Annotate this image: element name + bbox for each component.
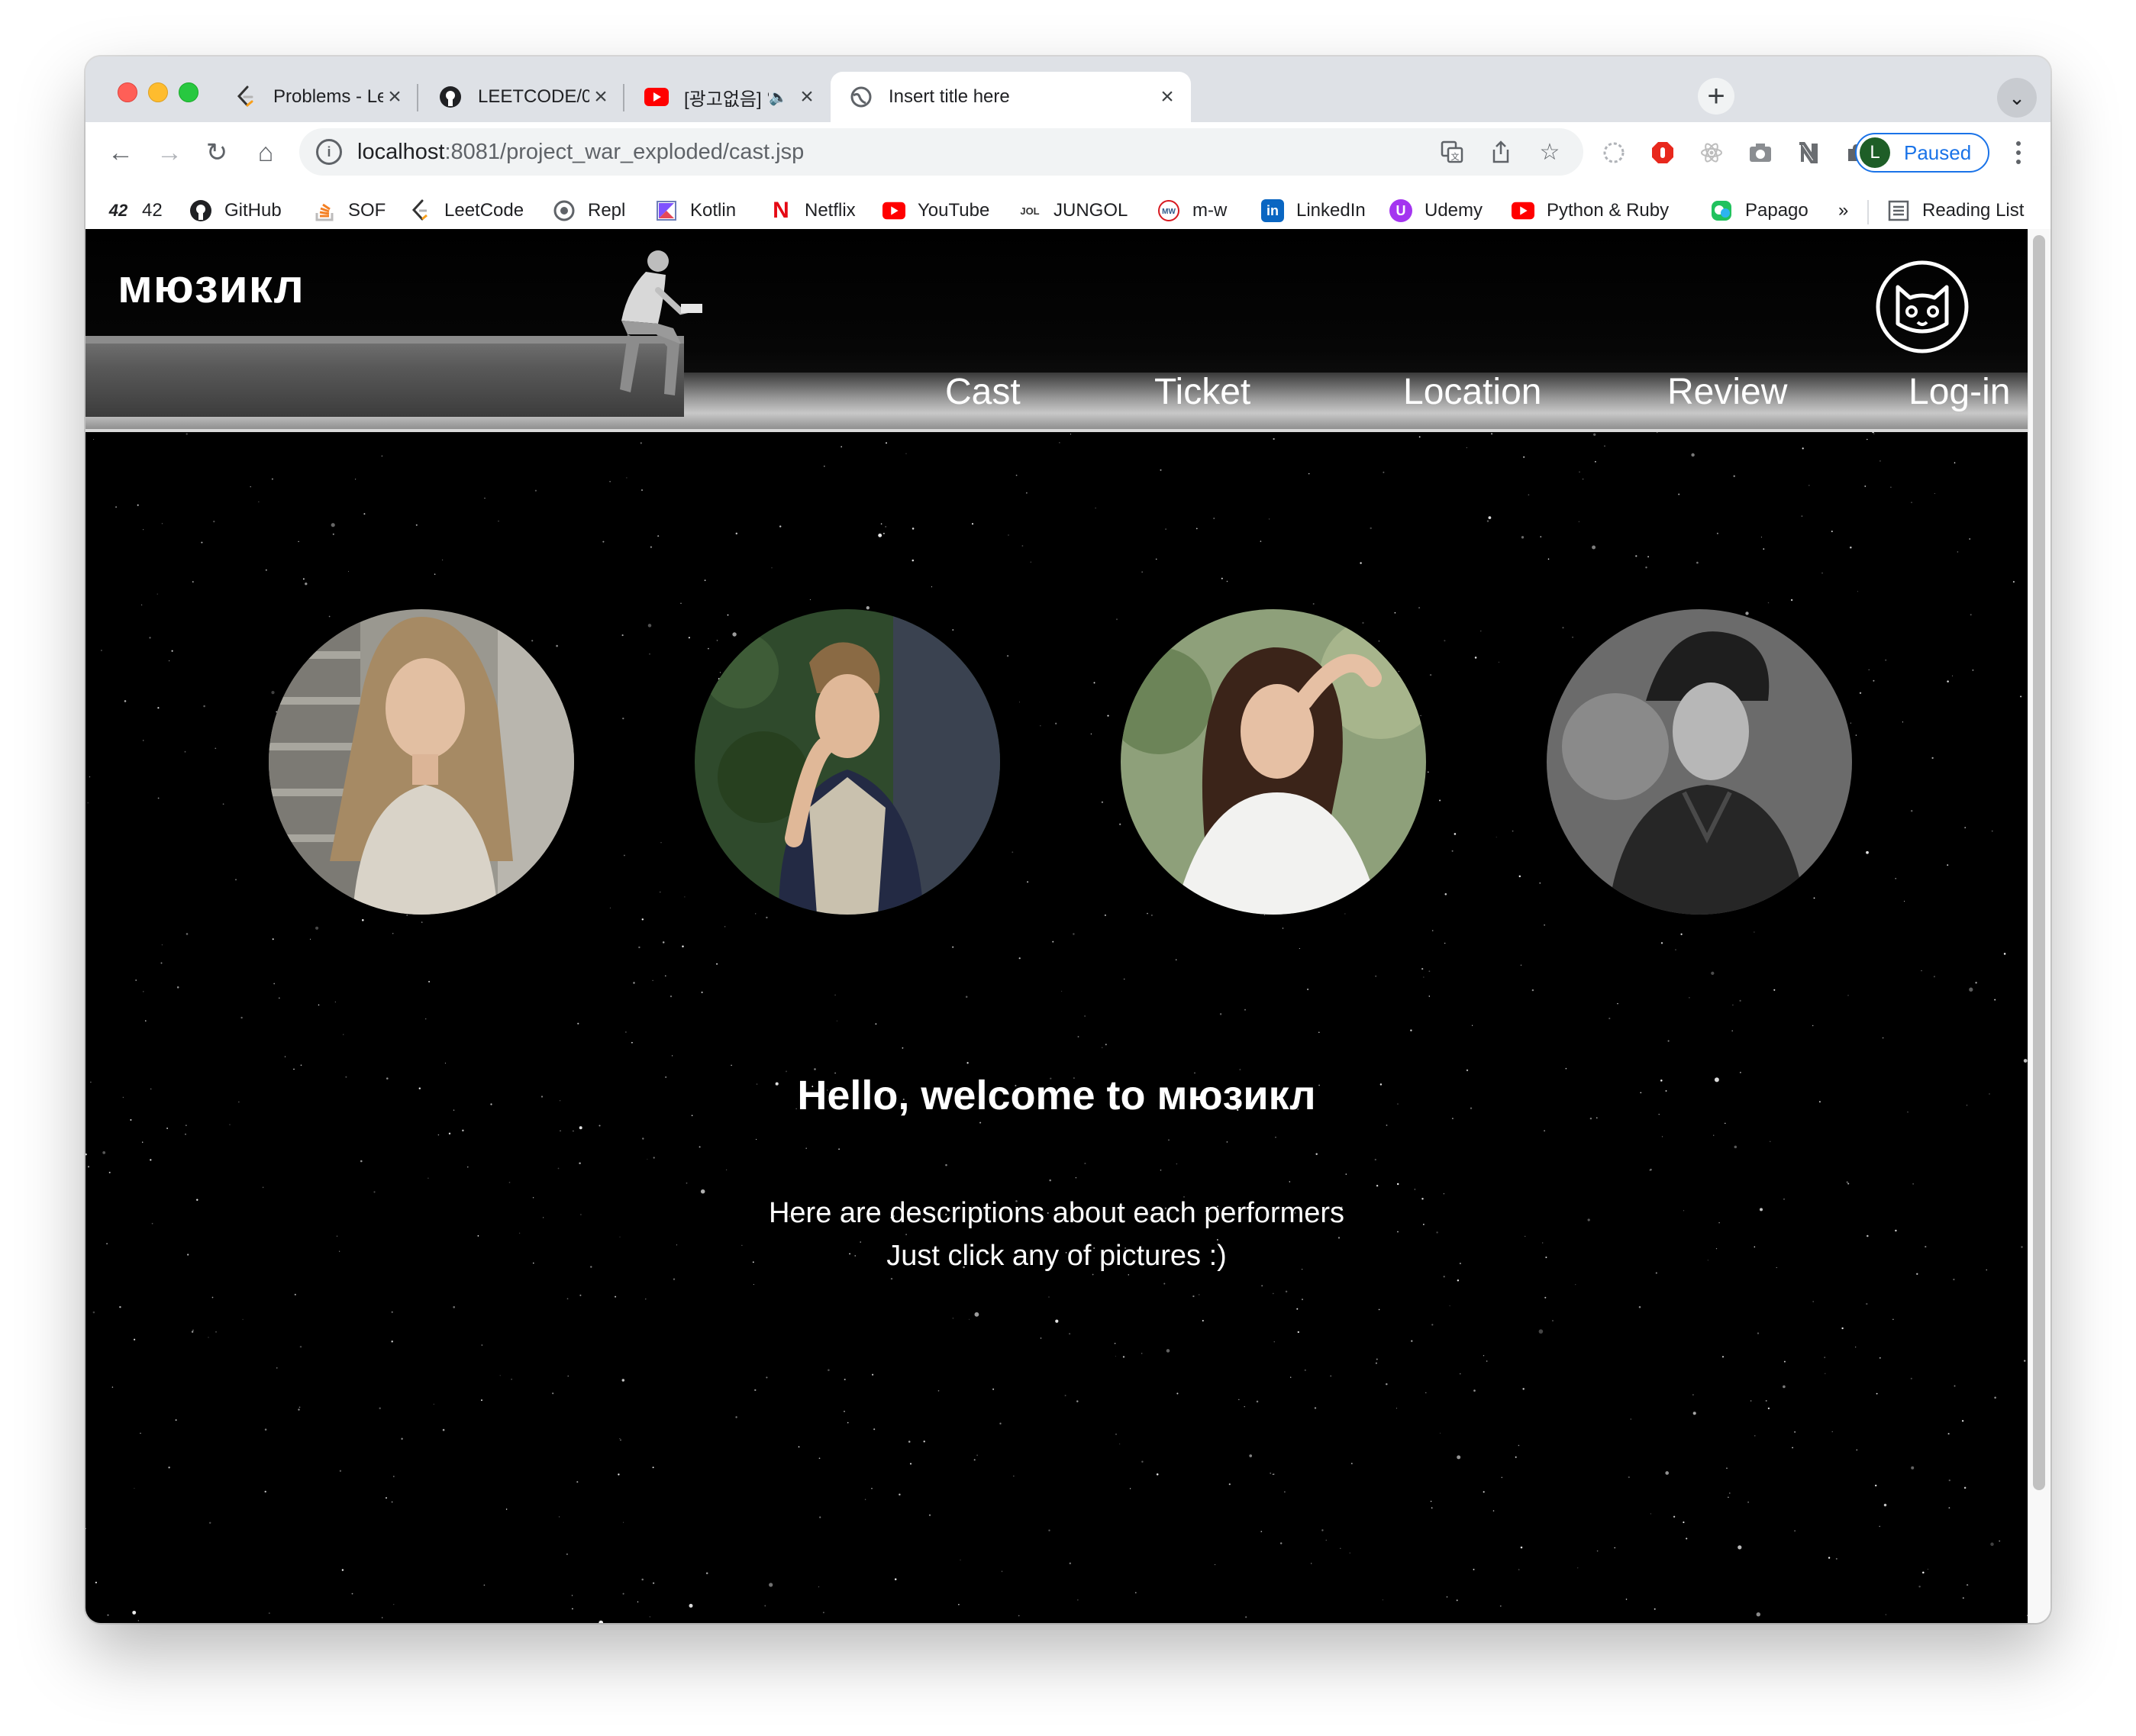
globe-icon [849, 85, 873, 109]
tab-youtube[interactable]: [광고없음] 일할때 듣기좋은 발리 🔈 × [626, 72, 831, 122]
close-tab-icon[interactable]: × [383, 84, 406, 110]
bookmark-leetcode[interactable]: LeetCode [409, 195, 524, 226]
welcome-heading: Hello, welcome to мюзикл [797, 1073, 1316, 1118]
youtube-icon [882, 199, 905, 222]
performer-photo-3[interactable] [1121, 609, 1426, 915]
youtube-icon [1512, 199, 1534, 222]
youtube-icon [644, 85, 669, 109]
url-text[interactable]: localhost:8081/project_war_exploded/cast… [357, 140, 1437, 165]
bookmark-42[interactable]: 42 42 [107, 195, 163, 226]
bookmark-netflix[interactable]: N Netflix [770, 195, 856, 226]
minimize-window-button[interactable] [148, 82, 168, 102]
maximize-window-button[interactable] [179, 82, 198, 102]
description-line-2: Just click any of pictures :) [886, 1240, 1227, 1272]
close-tab-icon[interactable]: × [795, 84, 818, 110]
web-page: мюзикл Cast Ticket Location Review Log-i… [86, 229, 2028, 1623]
cat-logo-icon[interactable] [1875, 260, 1970, 354]
bookmark-star-icon[interactable]: ☆ [1534, 137, 1565, 167]
bookmark-youtube[interactable]: YouTube [882, 195, 989, 226]
tab-title: [광고없음] 일할때 듣기좋은 발리 [684, 89, 769, 110]
notion-web-clipper-icon[interactable] [1794, 137, 1825, 168]
reload-button[interactable]: ↻ [202, 137, 232, 168]
translate-icon[interactable]: 文 [1437, 137, 1467, 167]
bookmark-repl[interactable]: Repl [553, 195, 625, 226]
tab-search-button[interactable]: ⌄ [1997, 78, 2037, 118]
home-button[interactable]: ⌂ [250, 137, 281, 168]
nav-review[interactable]: Review [1667, 371, 1787, 413]
bookmark-sof[interactable]: SOF [313, 195, 386, 226]
svg-text:MW: MW [1162, 208, 1176, 216]
linkedin-icon: in [1261, 199, 1284, 222]
close-tab-icon[interactable]: × [1156, 84, 1179, 110]
site-logo[interactable]: мюзикл [118, 260, 305, 314]
bookmarks-overflow-button[interactable]: » [1838, 195, 1848, 226]
profile-avatar: L [1860, 137, 1890, 168]
jungol-icon: JOL [1020, 205, 1040, 217]
papago-icon [1710, 199, 1733, 222]
bookmark-python-ruby[interactable]: Python & Ruby [1512, 195, 1669, 226]
description-line-1: Here are descriptions about each perform… [768, 1197, 1345, 1229]
profile-status: Paused [1904, 140, 1972, 164]
share-icon[interactable] [1486, 137, 1516, 167]
svg-text:文: 文 [1451, 151, 1460, 162]
bookmark-udemy[interactable]: U Udemy [1389, 195, 1483, 226]
site-header: мюзикл Cast Ticket Location Review Log-i… [86, 229, 2028, 431]
back-button[interactable]: ← [105, 137, 136, 168]
nav-login[interactable]: Log-in [1909, 371, 2010, 413]
nav-cast[interactable]: Cast [945, 371, 1021, 413]
browser-window: Problems - LeetCode × LEETCODE/0193.bash… [86, 56, 2050, 1623]
repl-icon [553, 199, 576, 222]
performer-photo-1[interactable] [269, 609, 574, 915]
speaker-icon[interactable]: 🔈 [769, 88, 788, 107]
bookmark-linkedin[interactable]: in LinkedIn [1261, 195, 1366, 226]
browser-menu-icon[interactable] [2011, 136, 2026, 169]
github-icon [189, 199, 212, 222]
camera-icon[interactable] [1745, 137, 1776, 168]
address-bar[interactable]: i localhost:8081/project_war_exploded/ca… [299, 128, 1583, 176]
tab-leetcode[interactable]: Problems - LeetCode × [215, 72, 418, 122]
reading-list-icon [1887, 199, 1910, 222]
tab-title: LEETCODE/0193.bash at main [478, 86, 589, 107]
forward-button[interactable]: → [154, 137, 185, 168]
bookmark-papago[interactable]: Papago [1710, 195, 1809, 226]
new-tab-button[interactable]: + [1698, 78, 1734, 115]
close-window-button[interactable] [118, 82, 137, 102]
performer-photo-4[interactable] [1547, 609, 1852, 915]
bookmark-jungol[interactable]: JOL JUNGOL [1018, 195, 1128, 226]
tab-active[interactable]: Insert title here × [831, 72, 1191, 122]
bookmark-kotlin[interactable]: Kotlin [655, 195, 736, 226]
close-tab-icon[interactable]: × [589, 84, 612, 110]
header-photo-figure [620, 250, 702, 395]
stackoverflow-icon [313, 199, 336, 222]
react-devtools-icon[interactable] [1696, 137, 1727, 168]
extension-loading-icon[interactable] [1599, 137, 1629, 168]
leetcode-icon [409, 199, 432, 222]
leetcode-icon [234, 85, 258, 109]
42-icon: 42 [108, 201, 128, 220]
site-info-icon[interactable]: i [316, 139, 342, 165]
starfield-background [86, 432, 2028, 1623]
tab-strip: Problems - LeetCode × LEETCODE/0193.bash… [86, 56, 2050, 125]
github-icon [438, 85, 463, 109]
tab-title: Insert title here [889, 86, 1010, 107]
bookmark-github[interactable]: GitHub [189, 195, 282, 226]
browser-toolbar: ← → ↻ ⌂ i localhost:8081/project_war_exp… [86, 122, 2050, 229]
reading-list-button[interactable]: Reading List [1887, 195, 2024, 226]
merriam-webster-icon: MW [1157, 199, 1180, 222]
nav-ticket[interactable]: Ticket [1154, 371, 1250, 413]
profile-button[interactable]: L Paused [1855, 133, 1989, 173]
tab-title: Problems - LeetCode [273, 86, 383, 107]
nav-location[interactable]: Location [1403, 371, 1541, 413]
adblock-icon[interactable] [1647, 137, 1678, 168]
udemy-icon: U [1389, 199, 1412, 222]
bookmarks-bar: 42 42 GitHub SOF LeetCode Repl Kotlin N … [86, 192, 2050, 229]
bookmark-m-w[interactable]: MW m-w [1157, 195, 1227, 226]
kotlin-icon [655, 199, 678, 222]
netflix-icon: N [773, 198, 789, 223]
tab-github[interactable]: LEETCODE/0193.bash at main × [420, 72, 624, 122]
performer-photo-2[interactable] [695, 609, 1000, 915]
scrollbar-thumb[interactable] [2033, 235, 2045, 1490]
